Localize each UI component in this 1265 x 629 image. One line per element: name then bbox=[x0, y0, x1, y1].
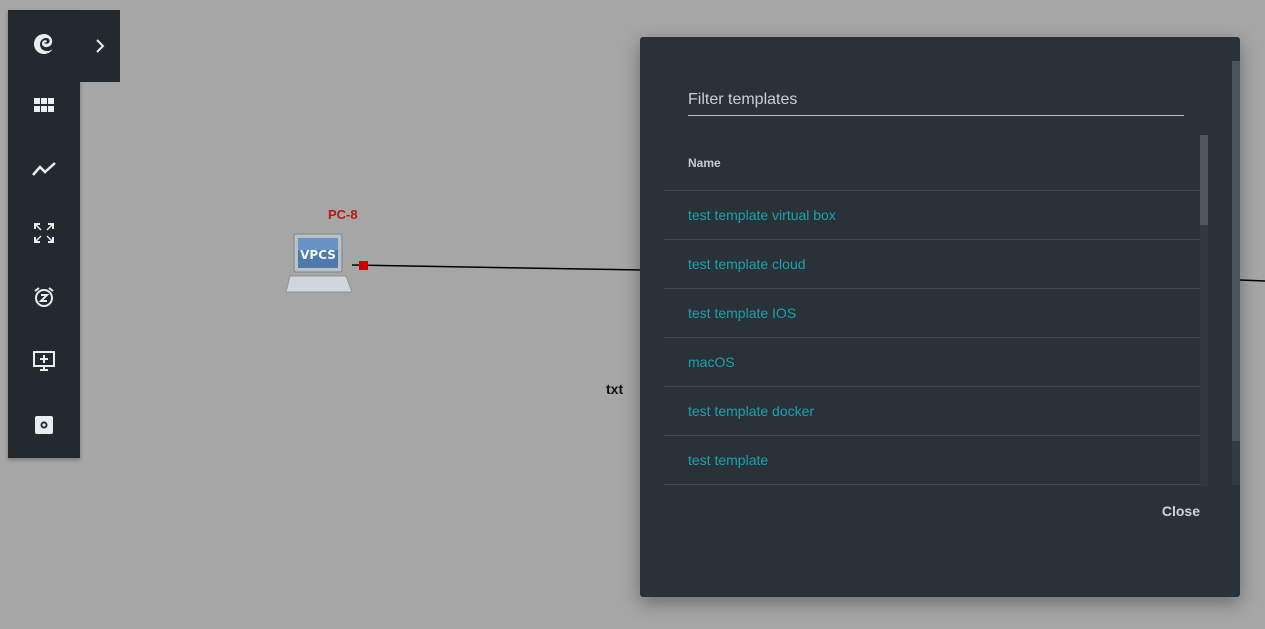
template-dialog: Name test template virtual box test temp… bbox=[640, 37, 1240, 597]
add-console-button[interactable] bbox=[8, 329, 80, 393]
vpcs-node[interactable]: VPCS bbox=[285, 232, 353, 294]
link-endpoint-marker[interactable] bbox=[359, 261, 368, 270]
fullscreen-button[interactable] bbox=[8, 201, 80, 265]
template-name[interactable]: test template bbox=[688, 452, 768, 468]
statistics-button[interactable] bbox=[8, 137, 80, 201]
node-label-pc8[interactable]: PC-8 bbox=[328, 207, 358, 222]
snooze-button[interactable] bbox=[8, 265, 80, 329]
grid-button[interactable] bbox=[8, 73, 80, 137]
snooze-alarm-icon bbox=[34, 287, 54, 307]
template-table: Name test template virtual box test temp… bbox=[664, 135, 1200, 486]
filter-field bbox=[688, 87, 1184, 116]
template-row[interactable]: test template cloud bbox=[664, 240, 1200, 289]
add-screen-icon bbox=[33, 351, 55, 371]
filter-templates-input[interactable] bbox=[688, 87, 1184, 113]
template-row[interactable]: test template bbox=[664, 436, 1200, 485]
fullscreen-icon bbox=[34, 223, 54, 243]
close-button[interactable]: Close bbox=[1162, 503, 1200, 519]
template-row[interactable]: macOS bbox=[664, 338, 1200, 387]
template-name[interactable]: test template virtual box bbox=[688, 207, 836, 223]
settings-icon bbox=[35, 416, 53, 434]
link-line[interactable] bbox=[351, 264, 641, 271]
template-name[interactable]: macOS bbox=[688, 354, 735, 370]
template-name[interactable]: test template IOS bbox=[688, 305, 796, 321]
template-list-scroll-thumb[interactable] bbox=[1200, 135, 1208, 225]
vpcs-text: VPCS bbox=[300, 248, 336, 262]
template-row[interactable]: test template virtual box bbox=[664, 191, 1200, 240]
template-row[interactable]: test template docker bbox=[664, 387, 1200, 436]
dialog-scrollbar-track[interactable] bbox=[1232, 441, 1240, 485]
column-header-name[interactable]: Name bbox=[664, 135, 1200, 191]
template-name[interactable]: test template cloud bbox=[688, 256, 806, 272]
link-line-right[interactable] bbox=[1239, 279, 1265, 282]
dialog-scrollbar[interactable] bbox=[1232, 61, 1240, 465]
chart-line-icon bbox=[32, 162, 56, 176]
toolbar-expand-button[interactable] bbox=[80, 10, 120, 82]
template-name[interactable]: test template docker bbox=[688, 403, 814, 419]
gns3-logo-button[interactable] bbox=[8, 12, 80, 76]
vpcs-computer-icon: VPCS bbox=[285, 233, 353, 293]
left-toolbar bbox=[8, 10, 80, 458]
gns3-logo-icon bbox=[33, 33, 53, 54]
grid-icon bbox=[34, 98, 54, 112]
canvas-text-annotation[interactable]: txt bbox=[606, 381, 623, 397]
chevron-right-icon bbox=[96, 39, 105, 53]
settings-button[interactable] bbox=[8, 393, 80, 457]
template-row[interactable]: test template IOS bbox=[664, 289, 1200, 338]
